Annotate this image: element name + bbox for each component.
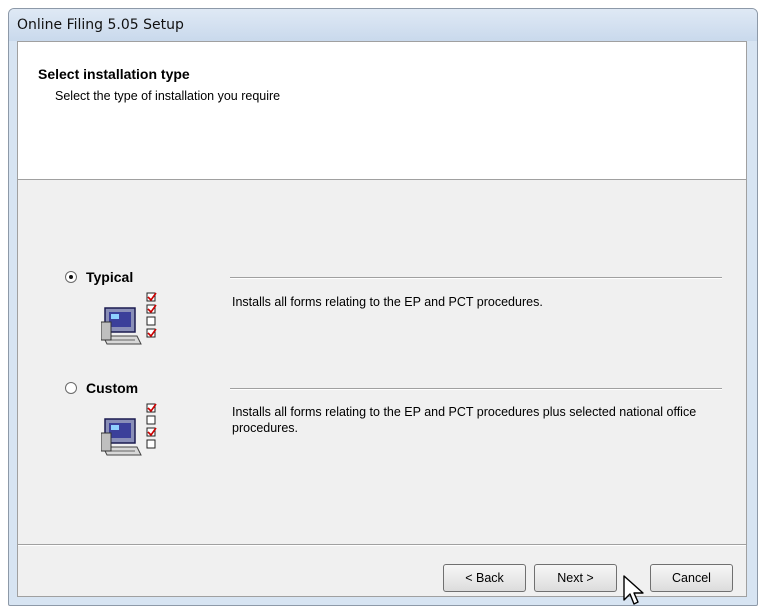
mouse-pointer-icon: [623, 575, 644, 605]
header-panel: Select installation type Select the type…: [18, 42, 746, 180]
custom-radio[interactable]: [65, 382, 77, 394]
custom-separator: [230, 388, 722, 390]
computer-checklist-icon: [101, 403, 157, 456]
footer-separator: [18, 544, 746, 546]
typical-radio[interactable]: [65, 271, 77, 283]
back-button[interactable]: < Back: [443, 564, 526, 592]
typical-separator: [230, 277, 722, 279]
custom-description: Installs all forms relating to the EP an…: [232, 405, 697, 435]
dialog-body: Select installation type Select the type…: [17, 41, 747, 605]
page-subtitle: Select the type of installation you requ…: [55, 89, 281, 103]
page-title: Select installation type: [38, 66, 190, 82]
window-title: Online Filing 5.05 Setup: [17, 17, 184, 33]
setup-window: Online Filing 5.05 Setup Select installa…: [8, 8, 758, 606]
next-button[interactable]: Next >: [534, 564, 617, 592]
cancel-button[interactable]: Cancel: [650, 564, 733, 592]
title-bar[interactable]: Online Filing 5.05 Setup: [9, 9, 757, 41]
typical-description: Installs all forms relating to the EP an…: [232, 295, 543, 309]
computer-checklist-icon: [101, 292, 157, 345]
custom-label[interactable]: Custom: [86, 380, 138, 396]
typical-label[interactable]: Typical: [86, 269, 133, 285]
